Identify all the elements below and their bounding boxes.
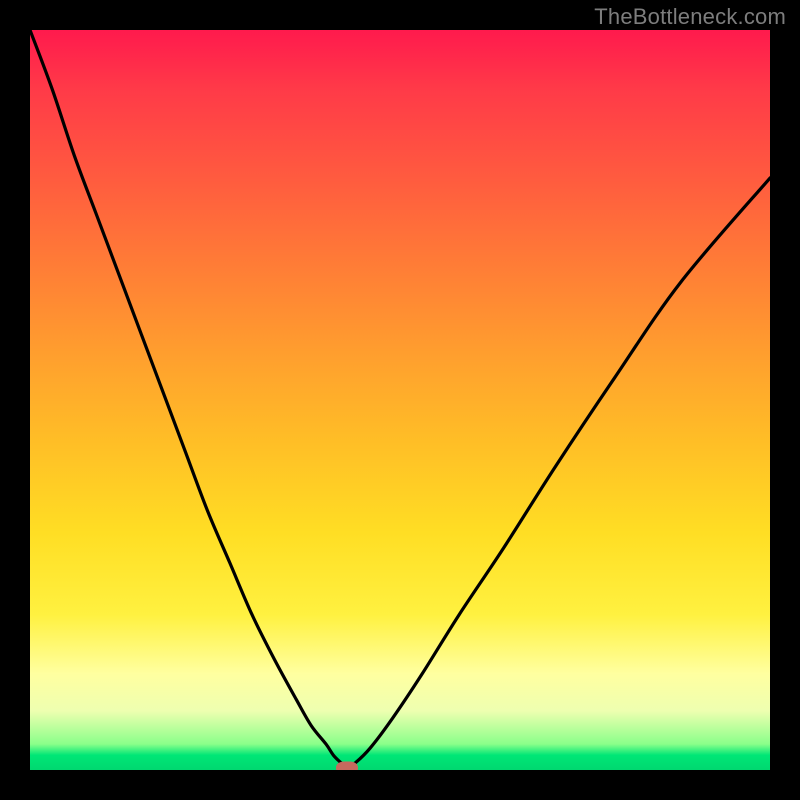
chart-frame: TheBottleneck.com <box>0 0 800 800</box>
watermark-label: TheBottleneck.com <box>594 4 786 30</box>
bottleneck-curve <box>30 30 770 770</box>
plot-area <box>30 30 770 770</box>
optimum-marker <box>336 761 358 770</box>
